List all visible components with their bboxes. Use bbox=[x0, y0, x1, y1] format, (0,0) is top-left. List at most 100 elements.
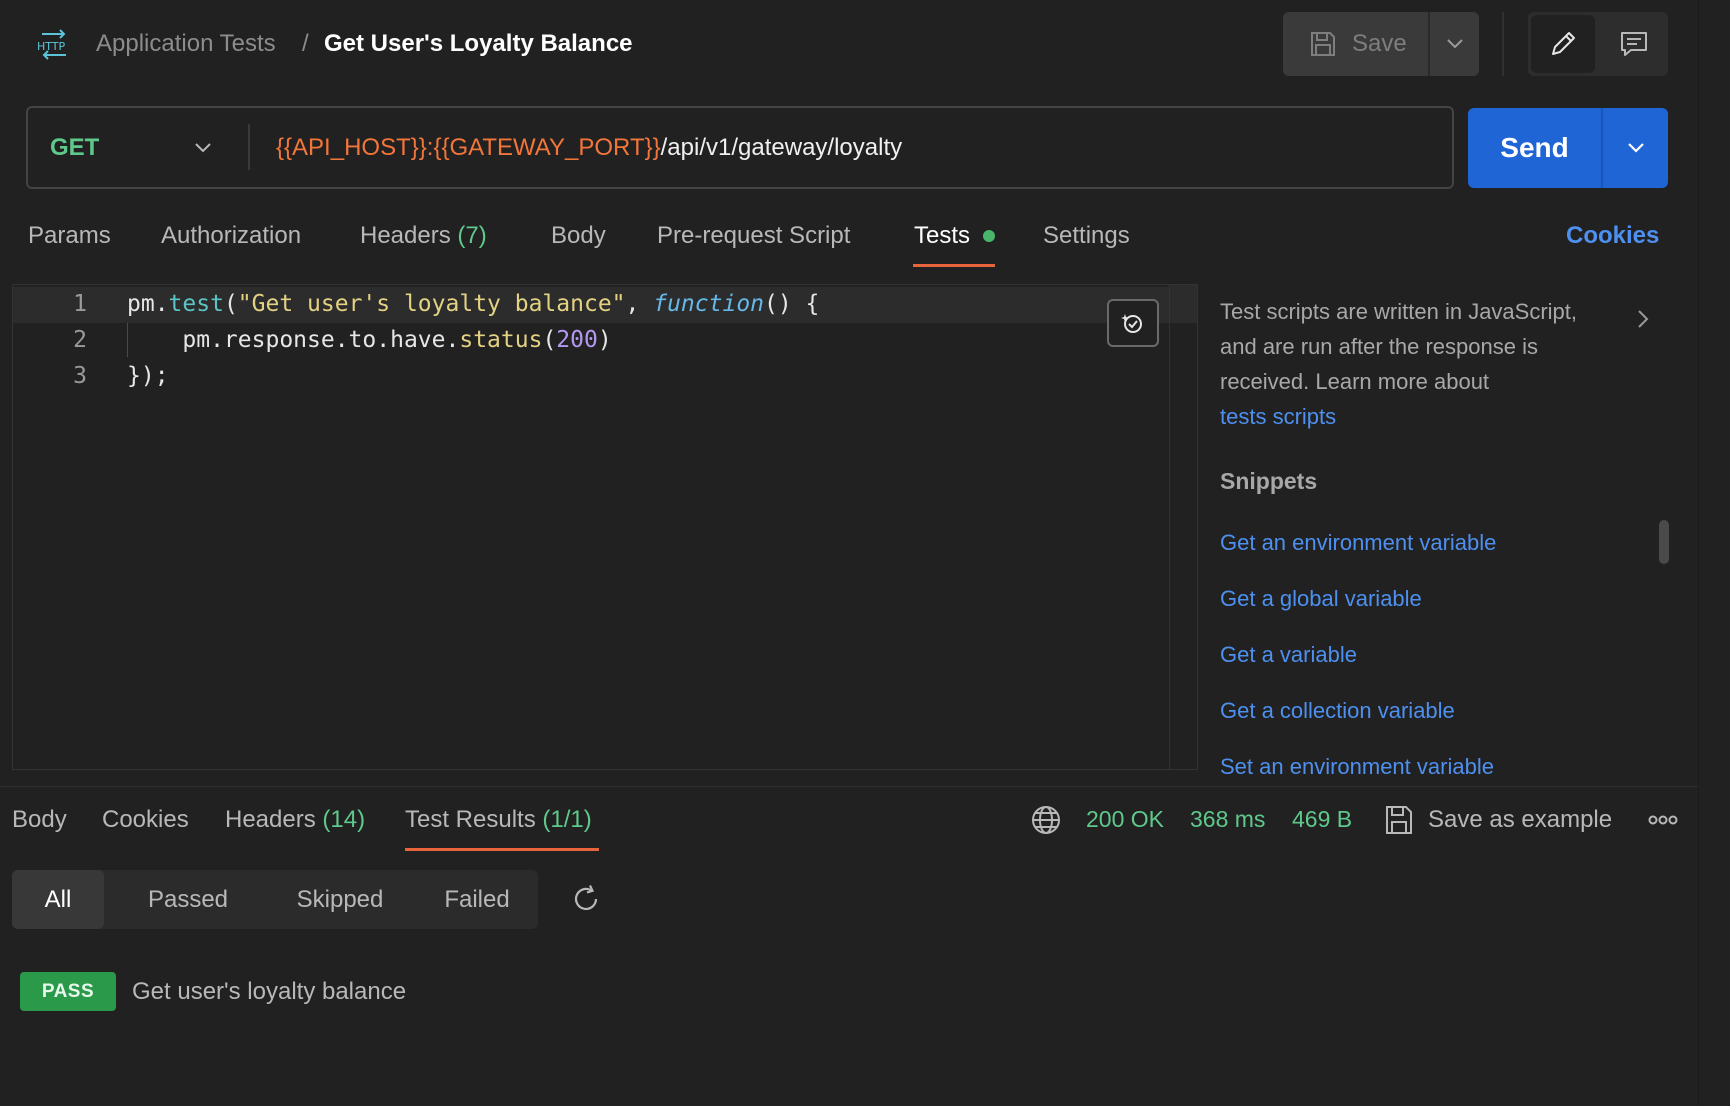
save-example-icon bbox=[1384, 804, 1414, 836]
refresh-icon[interactable] bbox=[571, 884, 601, 914]
code-token: test bbox=[168, 291, 224, 317]
more-icon[interactable] bbox=[1648, 814, 1678, 826]
comment-icon bbox=[1619, 29, 1649, 59]
code-line-3: }); bbox=[127, 363, 169, 389]
tab-headers-label: Headers bbox=[360, 222, 451, 249]
code-token: status bbox=[459, 327, 543, 353]
url-variable-host: {{API_HOST}} bbox=[276, 133, 427, 161]
url-variable-port: {{GATEWAY_PORT}} bbox=[433, 133, 661, 161]
line-number: 2 bbox=[73, 327, 87, 353]
snippet-link[interactable]: Get a variable bbox=[1220, 642, 1357, 668]
url-path: /api/v1/gateway/loyalty bbox=[660, 133, 903, 161]
edit-button[interactable] bbox=[1531, 15, 1595, 73]
editor-scrollbar[interactable] bbox=[1170, 285, 1197, 323]
snippet-link[interactable]: Get a global variable bbox=[1220, 586, 1422, 612]
code-token: ( bbox=[542, 327, 557, 353]
response-tab-test-results-label: Test Results bbox=[405, 806, 536, 833]
save-label: Save bbox=[1352, 30, 1407, 57]
code-token: function bbox=[653, 291, 765, 317]
snippet-link[interactable]: Set an environment variable bbox=[1220, 754, 1494, 780]
url-bar: GET {{API_HOST}}: {{GATEWAY_PORT}}/api/v1… bbox=[26, 106, 1454, 189]
code-token: 200 bbox=[556, 327, 598, 353]
save-icon bbox=[1308, 29, 1338, 59]
editor-right-border bbox=[1169, 285, 1170, 769]
tests-help-description: Test scripts are written in JavaScript, … bbox=[1220, 299, 1578, 394]
snippet-link[interactable]: Get an environment variable bbox=[1220, 530, 1496, 556]
response-size[interactable]: 469 B bbox=[1292, 806, 1352, 833]
tab-headers[interactable]: Headers (7) bbox=[360, 222, 487, 250]
code-line-1: pm.test("Get user's loyalty balance", fu… bbox=[127, 291, 819, 317]
code-token: , bbox=[625, 291, 654, 317]
tab-settings[interactable]: Settings bbox=[1043, 222, 1130, 250]
request-title[interactable]: Get User's Loyalty Balance bbox=[324, 30, 633, 58]
save-button[interactable]: Save bbox=[1283, 12, 1428, 76]
method-dropdown[interactable] bbox=[193, 108, 213, 187]
response-time[interactable]: 368 ms bbox=[1190, 806, 1265, 833]
send-options-button[interactable] bbox=[1603, 108, 1668, 188]
view-toggle-group bbox=[1528, 12, 1668, 76]
pencil-icon bbox=[1548, 29, 1578, 59]
save-options-button[interactable] bbox=[1430, 12, 1479, 76]
code-token: pm.response.to.have. bbox=[127, 327, 460, 353]
header-divider bbox=[1502, 12, 1504, 76]
url-divider bbox=[248, 124, 250, 170]
save-as-example-button[interactable]: Save as example bbox=[1384, 804, 1612, 836]
tests-indicator-dot bbox=[983, 230, 995, 242]
save-as-example-label: Save as example bbox=[1428, 806, 1613, 833]
response-tab-body[interactable]: Body bbox=[12, 806, 67, 834]
filter-all[interactable]: All bbox=[12, 870, 104, 929]
line-number: 1 bbox=[73, 291, 87, 317]
tab-body[interactable]: Body bbox=[551, 222, 606, 250]
snippets-scrollbar[interactable] bbox=[1659, 520, 1669, 564]
test-result-filter: All Passed Skipped Failed bbox=[12, 870, 538, 929]
breadcrumb-parent[interactable]: Application Tests bbox=[96, 30, 276, 58]
code-token: ) bbox=[597, 327, 612, 353]
method-select[interactable]: GET bbox=[50, 108, 99, 187]
chevron-down-icon bbox=[1445, 38, 1465, 50]
active-response-tab-underline bbox=[405, 848, 599, 851]
response-status[interactable]: 200 OK bbox=[1086, 806, 1164, 833]
collapse-panel-button[interactable] bbox=[1636, 308, 1650, 330]
cookies-link[interactable]: Cookies bbox=[1566, 222, 1659, 250]
ai-assist-icon bbox=[1120, 310, 1146, 336]
code-token: ( bbox=[223, 291, 238, 317]
save-button-group: Save bbox=[1283, 12, 1479, 76]
chevron-down-icon bbox=[1626, 142, 1646, 154]
globe-icon[interactable] bbox=[1030, 804, 1062, 836]
url-input[interactable]: {{API_HOST}}: {{GATEWAY_PORT}}/api/v1/gat… bbox=[276, 108, 902, 187]
code-token: () { bbox=[764, 291, 820, 317]
send-button[interactable]: Send bbox=[1468, 108, 1601, 188]
test-results-count: (1/1) bbox=[542, 806, 592, 833]
tab-authorization[interactable]: Authorization bbox=[161, 222, 301, 250]
tab-tests[interactable]: Tests bbox=[914, 222, 970, 250]
code-token: pm. bbox=[127, 291, 169, 317]
code-token: "Get user's loyalty balance" bbox=[237, 291, 626, 317]
pass-badge: PASS bbox=[20, 972, 116, 1011]
code-editor[interactable]: 1 2 3 pm.test("Get user's loyalty balanc… bbox=[12, 284, 1198, 770]
response-divider[interactable] bbox=[0, 786, 1698, 787]
filter-passed[interactable]: Passed bbox=[112, 870, 264, 929]
tab-pre-request-script[interactable]: Pre-request Script bbox=[657, 222, 850, 250]
svg-text:HTTP: HTTP bbox=[37, 40, 66, 53]
code-line-2: pm.response.to.have.status(200) bbox=[127, 327, 612, 353]
ai-assist-button[interactable] bbox=[1107, 299, 1159, 347]
chevron-right-icon bbox=[1636, 308, 1650, 330]
test-result-name: Get user's loyalty balance bbox=[132, 978, 407, 1005]
snippet-link[interactable]: Get a collection variable bbox=[1220, 698, 1455, 724]
tests-scripts-link[interactable]: tests scripts bbox=[1220, 404, 1336, 429]
breadcrumb-separator: / bbox=[302, 30, 309, 57]
tab-params[interactable]: Params bbox=[28, 222, 111, 250]
filter-failed[interactable]: Failed bbox=[416, 870, 538, 929]
send-button-group: Send bbox=[1468, 108, 1668, 188]
response-tab-cookies[interactable]: Cookies bbox=[102, 806, 189, 834]
response-tab-test-results[interactable]: Test Results (1/1) bbox=[405, 806, 592, 834]
comments-button[interactable] bbox=[1602, 15, 1666, 73]
response-tab-headers[interactable]: Headers (14) bbox=[225, 806, 365, 834]
tab-headers-count: (7) bbox=[457, 222, 487, 249]
snippets-heading: Snippets bbox=[1220, 468, 1318, 494]
tests-help-text: Test scripts are written in JavaScript, … bbox=[1220, 294, 1610, 434]
panel-edge bbox=[1698, 0, 1699, 1106]
filter-skipped[interactable]: Skipped bbox=[264, 870, 416, 929]
active-tab-underline bbox=[913, 264, 995, 267]
url-colon: : bbox=[426, 133, 434, 161]
